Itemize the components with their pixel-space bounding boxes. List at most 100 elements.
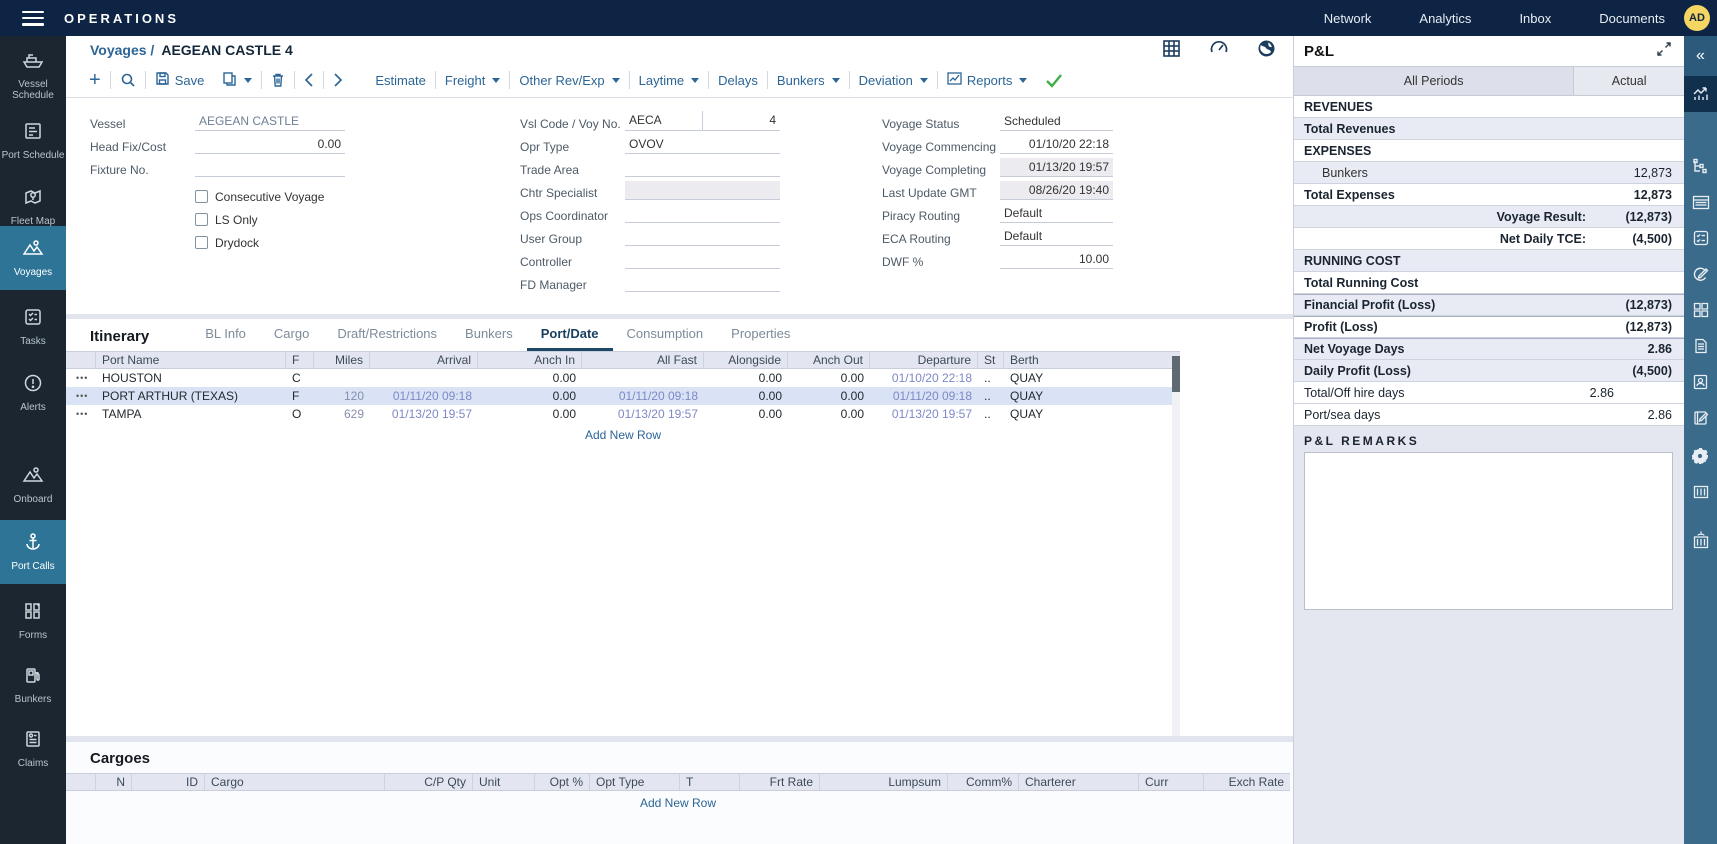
row-menu-icon[interactable]: ••• xyxy=(66,373,96,383)
gauge-icon[interactable] xyxy=(1209,39,1229,63)
sidebar-item-forms[interactable]: Forms xyxy=(0,592,66,650)
sidebar-item-port-schedule[interactable]: Port Schedule xyxy=(0,112,66,170)
other-revexp-button[interactable]: Other Rev/Exp xyxy=(510,73,628,88)
breadcrumb: Voyages / AEGEAN CASTLE 4 xyxy=(66,36,1293,64)
nav-item-inbox[interactable]: Inbox xyxy=(1519,11,1551,26)
avatar[interactable]: AD xyxy=(1684,5,1710,31)
fixture-no-field[interactable] xyxy=(195,158,345,177)
tab-bl-info[interactable]: BL Info xyxy=(191,326,260,351)
delays-button[interactable]: Delays xyxy=(709,73,767,88)
sidebar-item-port-calls[interactable]: Port Calls xyxy=(0,520,66,584)
opr-type-field[interactable]: OVOV xyxy=(625,135,780,154)
tab-draft-restrictions[interactable]: Draft/Restrictions xyxy=(323,326,451,351)
sidebar-item-voyages[interactable]: Voyages xyxy=(0,226,66,290)
grid-view-icon[interactable] xyxy=(1162,39,1181,63)
itinerary-row[interactable]: ••• TAMPA O 629 01/13/20 19:57 0.00 01/1… xyxy=(66,405,1180,423)
fd-manager-field[interactable] xyxy=(625,273,780,292)
head-fix-cost-field[interactable]: 0.00 xyxy=(195,135,345,154)
tab-cargo[interactable]: Cargo xyxy=(260,326,323,351)
checkbox-icon xyxy=(195,213,208,226)
deviation-button[interactable]: Deviation xyxy=(850,73,937,88)
previous-button[interactable] xyxy=(295,73,323,87)
sidebar-item-onboard[interactable]: Onboard xyxy=(0,456,66,514)
forms-icon[interactable] xyxy=(1684,292,1717,328)
gear-icon[interactable] xyxy=(1684,438,1717,474)
voyage-header-form: VesselAEGEAN CASTLE Head Fix/Cost0.00 Fi… xyxy=(66,98,1293,350)
expand-icon[interactable] xyxy=(1656,41,1672,62)
row-menu-icon[interactable]: ••• xyxy=(66,391,96,401)
sidebar-item-bunkers[interactable]: Bunkers xyxy=(0,656,66,714)
ops-coordinator-field[interactable] xyxy=(625,204,780,223)
id-badge-icon[interactable] xyxy=(1684,364,1717,400)
copy-button[interactable] xyxy=(213,71,261,89)
validate-check-icon[interactable] xyxy=(1036,73,1072,88)
row-menu-icon[interactable]: ••• xyxy=(66,409,96,419)
save-button[interactable]: Save xyxy=(146,71,214,89)
container-crane-icon[interactable] xyxy=(1684,522,1717,558)
voy-no-field[interactable]: 4 xyxy=(703,111,780,130)
pnl-chart-icon[interactable] xyxy=(1684,76,1717,112)
drydock-checkbox[interactable]: Drydock xyxy=(195,231,345,254)
scrollbar-thumb[interactable] xyxy=(1172,356,1180,392)
freight-button[interactable]: Freight xyxy=(436,73,509,88)
itinerary-scrollbar[interactable] xyxy=(1172,356,1180,772)
pnl-remarks-textarea[interactable] xyxy=(1304,452,1673,610)
table-icon[interactable] xyxy=(1684,184,1717,220)
itinerary-row[interactable]: ••• HOUSTON C 0.00 0.00 0.00 01/10/20 22… xyxy=(66,369,1180,387)
sidebar-item-tasks[interactable]: Tasks xyxy=(0,298,66,356)
nav-item-analytics[interactable]: Analytics xyxy=(1419,11,1471,26)
nav-item-network[interactable]: Network xyxy=(1324,11,1372,26)
nav-item-documents[interactable]: Documents xyxy=(1599,11,1665,26)
estimate-button[interactable]: Estimate xyxy=(366,73,435,88)
notebook-edit-icon[interactable] xyxy=(1684,400,1717,436)
voyage-commencing-field[interactable]: 01/10/20 22:18 xyxy=(1000,135,1113,154)
hierarchy-icon[interactable] xyxy=(1684,148,1717,184)
checklist-icon[interactable] xyxy=(1684,220,1717,256)
sidebar-item-vessel-schedule[interactable]: Vessel Schedule xyxy=(0,46,66,104)
ls-only-checkbox[interactable]: LS Only xyxy=(195,208,345,231)
pnl-row-bunkers[interactable]: Bunkers12,873 xyxy=(1294,162,1684,184)
container-icon[interactable] xyxy=(1684,474,1717,510)
next-button[interactable] xyxy=(324,73,352,87)
add-button[interactable]: + xyxy=(80,69,110,92)
sidebar-item-alerts[interactable]: Alerts xyxy=(0,364,66,422)
claim-doc-icon xyxy=(23,729,43,754)
tab-bunkers[interactable]: Bunkers xyxy=(451,326,527,351)
user-group-field[interactable] xyxy=(625,227,780,246)
tab-properties[interactable]: Properties xyxy=(717,326,804,351)
controller-field[interactable] xyxy=(625,250,780,269)
voyage-status-field[interactable]: Scheduled xyxy=(1000,112,1113,131)
itinerary-add-new-row-link[interactable]: Add New Row xyxy=(66,423,1180,442)
cargoes-title: Cargoes xyxy=(66,742,1293,773)
cargoes-add-new-row-link[interactable]: Add New Row xyxy=(66,791,1290,810)
ship-icon xyxy=(21,50,45,75)
checkbox-icon xyxy=(195,190,208,203)
delete-button[interactable] xyxy=(262,72,294,88)
menu-icon[interactable] xyxy=(22,11,44,26)
dwf-field[interactable]: 10.00 xyxy=(1000,250,1113,269)
vessel-field[interactable]: AEGEAN CASTLE xyxy=(195,112,345,131)
search-button[interactable] xyxy=(111,72,145,88)
tab-all-periods[interactable]: All Periods xyxy=(1294,67,1574,95)
itinerary-row-selected[interactable]: ••• PORT ARTHUR (TEXAS) F 120 01/11/20 0… xyxy=(66,387,1180,405)
laytime-button[interactable]: Laytime xyxy=(630,73,709,88)
consecutive-voyage-checkbox[interactable]: Consecutive Voyage xyxy=(195,185,345,208)
chtr-specialist-field[interactable] xyxy=(625,181,780,200)
document-icon[interactable] xyxy=(1684,328,1717,364)
sidebar-item-claims[interactable]: Claims xyxy=(0,720,66,778)
reports-button[interactable]: Reports xyxy=(938,72,1037,88)
vsl-code-field[interactable]: AECA xyxy=(625,111,703,130)
tab-consumption[interactable]: Consumption xyxy=(613,326,718,351)
bunkers-button[interactable]: Bunkers xyxy=(768,73,849,88)
trade-area-field[interactable] xyxy=(625,158,780,177)
breadcrumb-voyages-link[interactable]: Voyages / xyxy=(90,42,154,58)
sidebar-item-label: Port Calls xyxy=(11,561,54,572)
eca-routing-field[interactable]: Default xyxy=(1000,227,1113,246)
cargoes-header-row: N ID Cargo C/P Qty Unit Opt % Opt Type T… xyxy=(66,773,1290,791)
piracy-routing-field[interactable]: Default xyxy=(1000,204,1113,223)
globe-icon[interactable] xyxy=(1257,39,1276,63)
collapse-panel-icon[interactable]: « xyxy=(1684,36,1717,76)
gauge-edit-icon[interactable] xyxy=(1684,256,1717,292)
tab-port-date[interactable]: Port/Date xyxy=(527,326,613,351)
tab-actual[interactable]: Actual xyxy=(1574,67,1684,95)
